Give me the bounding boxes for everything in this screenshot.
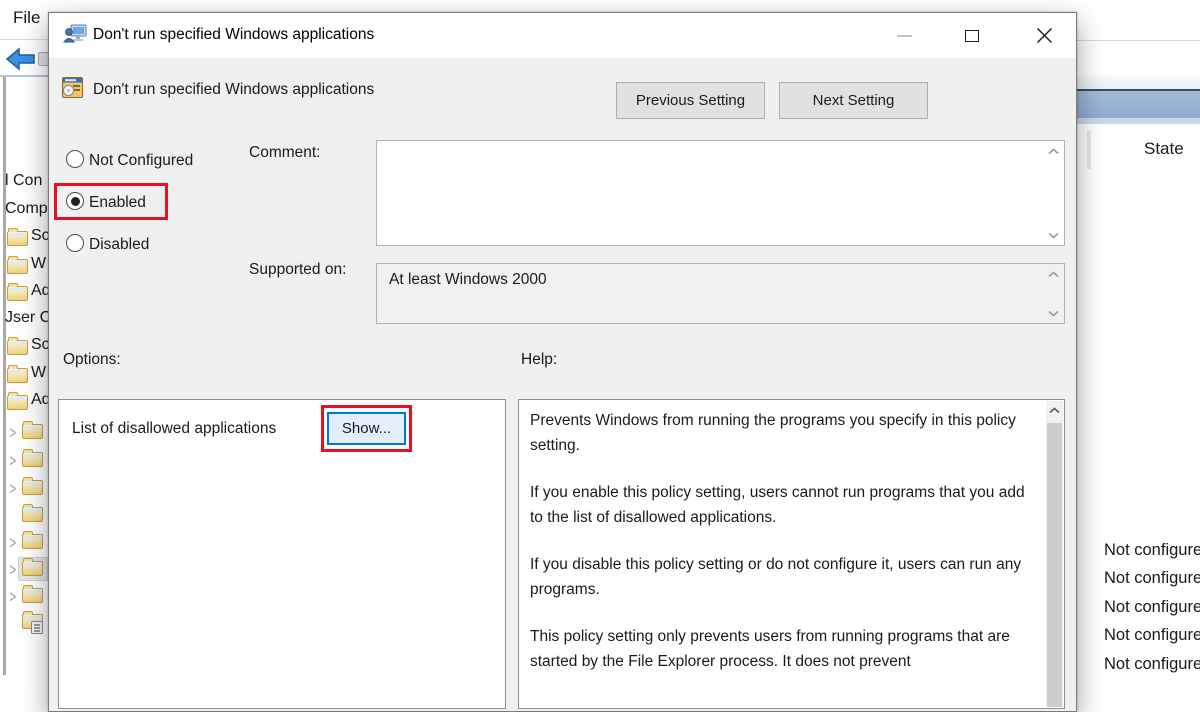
options-panel: List of disallowed applications Show... [58, 399, 506, 709]
chevron-right-icon[interactable]: > [9, 478, 16, 498]
selected-setting-band [1077, 91, 1200, 118]
minimize-icon [897, 35, 912, 37]
tree-item[interactable] [0, 501, 48, 528]
help-text: Prevents Windows from running the progra… [530, 409, 1037, 697]
chevron-right-icon[interactable]: > [9, 532, 16, 552]
tree-item[interactable]: Comp [0, 198, 48, 225]
disallowed-apps-label: List of disallowed applications [72, 420, 276, 438]
scroll-up-icon[interactable] [1046, 268, 1060, 280]
list-item-state[interactable]: Not configured [1104, 626, 1200, 645]
comment-input[interactable] [376, 140, 1065, 246]
folder-icon [7, 286, 28, 301]
scroll-up-icon[interactable] [1046, 145, 1060, 157]
tree-item[interactable]: Sc [0, 225, 48, 252]
tree-item-selected[interactable]: > [0, 555, 48, 582]
tree-item[interactable]: l Con [0, 170, 48, 197]
policy-doc-icon [31, 621, 43, 634]
console-tree: l Con Comp Sc W Ad Jser C Sc W Ad > > > … [0, 75, 48, 675]
radio-label-not-configured[interactable]: Not Configured [89, 152, 193, 170]
options-label: Options: [63, 351, 121, 369]
help-scrollbar[interactable] [1046, 401, 1063, 707]
radio-enabled[interactable] [66, 192, 84, 210]
dialog-titlebar[interactable]: Don't run specified Windows applications [49, 13, 1076, 58]
scroll-up-icon[interactable] [1046, 401, 1063, 419]
tree-item[interactable]: > [0, 446, 48, 473]
close-icon [1036, 27, 1053, 44]
comment-label: Comment: [249, 144, 321, 162]
pane-top-border [0, 75, 48, 77]
supported-on-label: Supported on: [249, 261, 346, 279]
supported-on-field: At least Windows 2000 [376, 263, 1065, 324]
show-button[interactable]: Show... [327, 412, 406, 445]
list-item-state[interactable]: Not configured [1104, 541, 1200, 560]
radio-label-disabled[interactable]: Disabled [89, 236, 149, 254]
tree-item[interactable]: Sc [0, 334, 48, 361]
folder-icon [7, 231, 28, 246]
folder-icon [22, 452, 43, 467]
folder-icon [22, 588, 43, 603]
folder-icon [7, 395, 28, 410]
tree-item[interactable]: > [0, 474, 48, 501]
policy-name-heading: Don't run specified Windows applications [93, 81, 374, 99]
folder-icon [7, 340, 28, 355]
folder-icon [22, 480, 43, 495]
tree-item[interactable]: Ad [0, 280, 48, 307]
tree-item[interactable] [0, 608, 48, 635]
chevron-right-icon[interactable]: > [9, 586, 16, 606]
radio-not-configured[interactable] [66, 150, 84, 168]
folder-icon [7, 368, 28, 383]
tree-item[interactable]: Jser C [0, 307, 48, 334]
state-column-header[interactable]: State [1144, 139, 1184, 159]
dialog-title: Don't run specified Windows applications [93, 26, 374, 44]
tree-item[interactable]: > [0, 582, 48, 609]
chevron-right-icon[interactable]: > [9, 450, 16, 470]
list-item-state[interactable]: Not configured [1104, 598, 1200, 617]
back-icon[interactable] [5, 46, 37, 77]
tree-item[interactable]: W [0, 253, 48, 280]
chevron-right-icon[interactable]: > [9, 559, 16, 579]
minimize-button [881, 13, 927, 58]
scroll-down-icon[interactable] [1046, 307, 1060, 319]
folder-icon [22, 507, 43, 522]
tree-item[interactable]: W [0, 362, 48, 389]
previous-setting-button[interactable]: Previous Setting [616, 82, 765, 119]
folder-icon [22, 534, 43, 549]
folder-icon [22, 561, 43, 576]
list-item-state[interactable]: Not configured [1104, 655, 1200, 674]
tree-item[interactable]: > [0, 418, 48, 445]
help-panel: Prevents Windows from running the progra… [518, 399, 1065, 709]
maximize-button[interactable] [949, 13, 995, 58]
scroll-down-icon[interactable] [1046, 229, 1060, 241]
file-menu[interactable]: File [13, 8, 40, 28]
policy-setting-icon [62, 77, 83, 103]
chevron-right-icon[interactable]: > [9, 422, 16, 442]
radio-disabled[interactable] [66, 234, 84, 252]
list-header-band [1077, 74, 1200, 89]
folder-icon [22, 424, 43, 439]
tree-item[interactable]: > [0, 528, 48, 555]
list-item-state[interactable]: Not configured [1104, 569, 1200, 588]
tree-item[interactable]: Ad [0, 389, 48, 416]
help-label: Help: [521, 351, 557, 369]
settings-list-pane: State Not configured Not configured Not … [1077, 0, 1200, 675]
scrollbar-thumb[interactable] [1047, 423, 1062, 707]
policy-dialog-icon [63, 24, 87, 50]
next-setting-button[interactable]: Next Setting [779, 82, 928, 119]
close-button[interactable] [1021, 13, 1067, 58]
radio-label-enabled[interactable]: Enabled [89, 194, 146, 212]
maximize-icon [965, 30, 979, 42]
folder-icon [7, 259, 28, 274]
column-divider[interactable] [1087, 131, 1091, 169]
policy-setting-dialog: Don't run specified Windows applications… [48, 12, 1077, 712]
